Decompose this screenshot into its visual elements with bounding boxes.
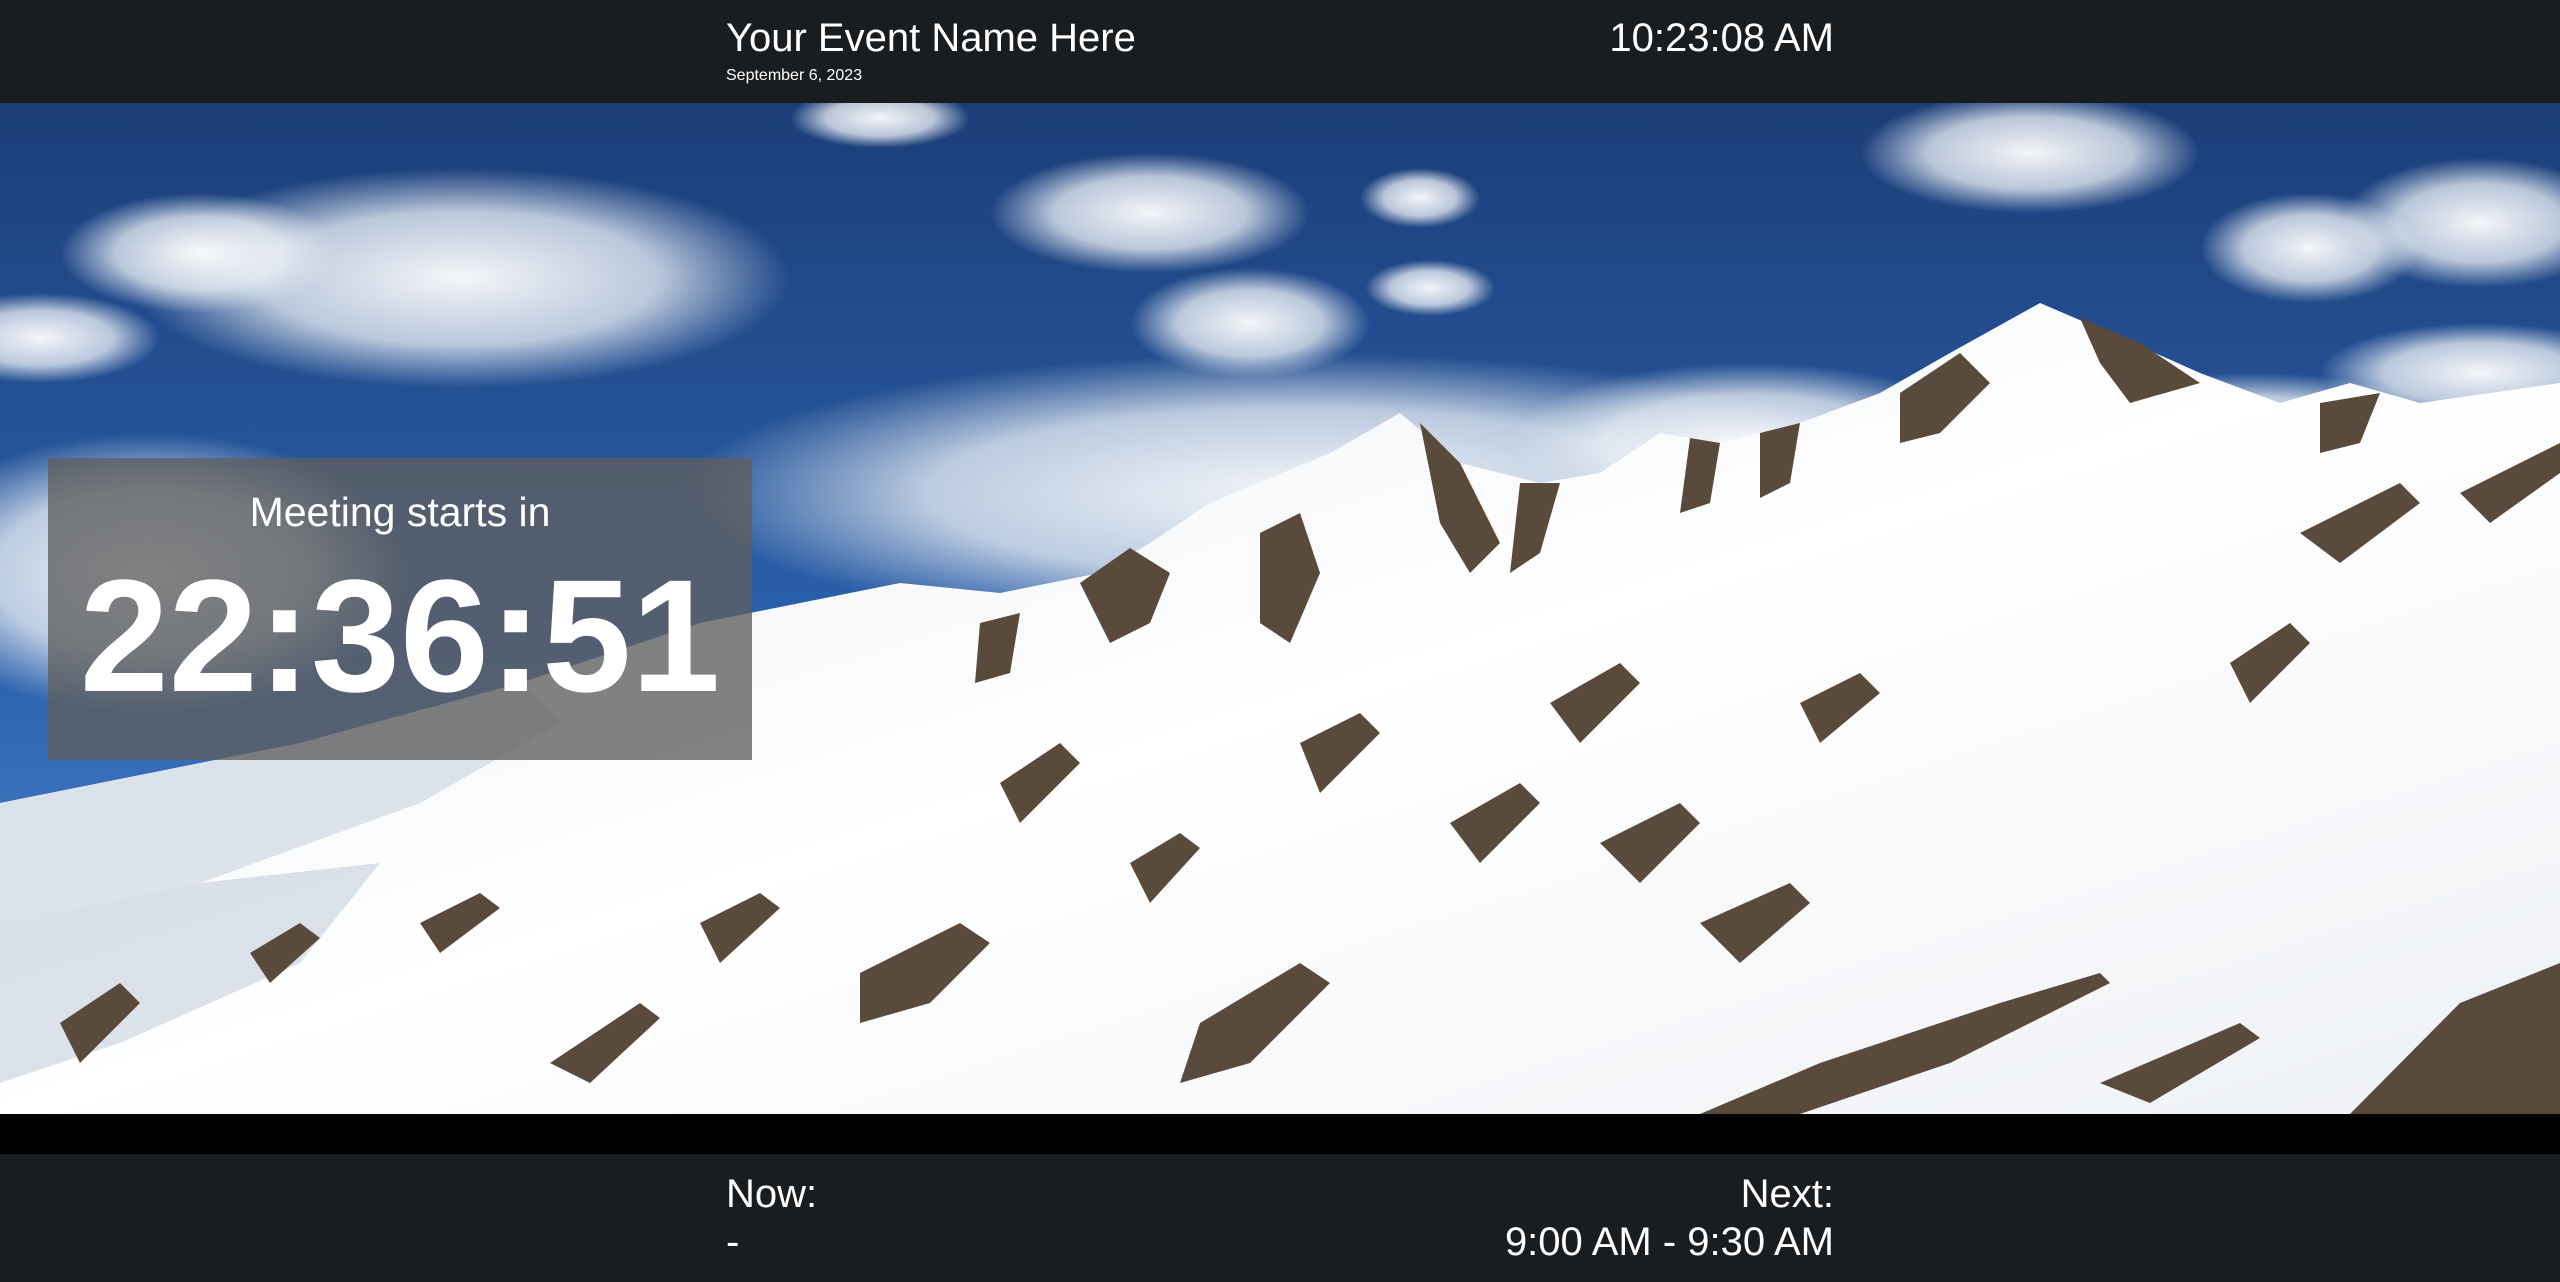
- next-label: Next:: [1740, 1172, 1834, 1216]
- next-value: 9:00 AM - 9:30 AM: [1504, 1220, 1834, 1264]
- countdown-timer: 22:36:51: [79, 546, 721, 725]
- bottom-bar: Now: - Next: 9:00 AM - 9:30 AM: [0, 1154, 2560, 1282]
- event-date: September 6, 2023: [726, 67, 863, 84]
- current-time: 10:23:08 AM: [1609, 16, 1834, 60]
- event-title: Your Event Name Here: [726, 16, 1136, 60]
- top-bar: Your Event Name Here September 6, 2023 1…: [0, 0, 2560, 103]
- now-value: -: [726, 1220, 740, 1264]
- countdown-label: Meeting starts in: [249, 489, 551, 535]
- countdown-panel: Meeting starts in 22:36:51: [48, 458, 752, 760]
- now-label: Now:: [726, 1172, 818, 1216]
- divider-band: [0, 1114, 2560, 1154]
